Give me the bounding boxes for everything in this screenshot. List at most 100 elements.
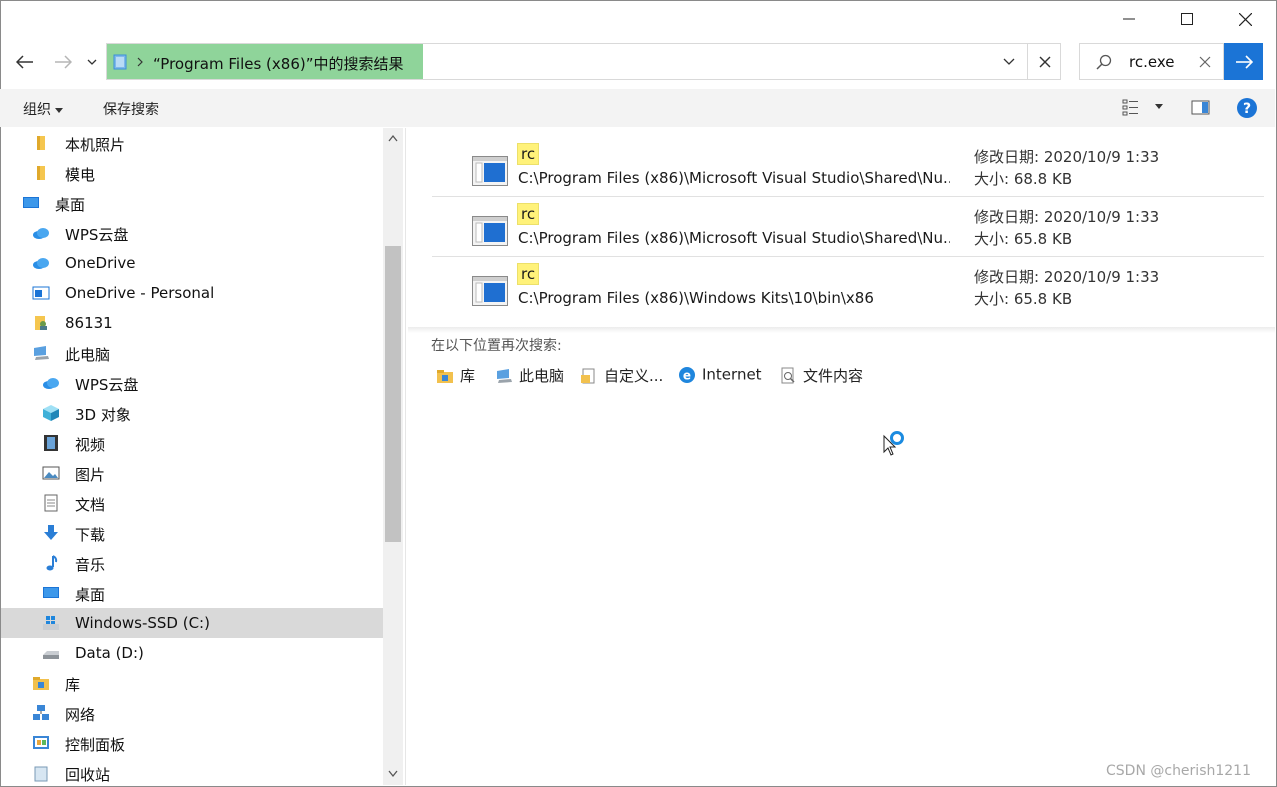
forward-button[interactable]	[50, 48, 76, 76]
nav-item-label: 文档	[75, 496, 106, 514]
close-icon	[1039, 56, 1051, 67]
minimize-icon	[1123, 18, 1135, 20]
nav-item[interactable]: OneDrive - Personal	[1, 278, 383, 308]
nav-item-label: 模电	[65, 166, 96, 184]
search-again-library[interactable]: 库	[436, 365, 475, 385]
clear-search-icon[interactable]	[1199, 56, 1211, 68]
nav-item[interactable]: 网络	[1, 698, 383, 728]
chevron-down-icon	[87, 59, 97, 65]
preview-pane-button[interactable]	[1191, 99, 1211, 121]
music-icon	[46, 555, 58, 571]
cloud-icon	[43, 378, 59, 389]
nav-item[interactable]: 图片	[1, 458, 383, 488]
nav-item[interactable]: Data (D:)	[1, 638, 383, 668]
nav-item[interactable]: 桌面	[1, 578, 383, 608]
search-go-button[interactable]	[1224, 43, 1263, 80]
nav-item-label: Windows-SSD (C:)	[75, 614, 210, 632]
nav-item-label: 控制面板	[65, 736, 126, 754]
result-name: rc	[517, 203, 540, 225]
search-again-internet[interactable]: e Internet	[678, 365, 762, 385]
nav-item[interactable]: 下载	[1, 518, 383, 548]
search-again-this-pc[interactable]: 此电脑	[495, 365, 564, 385]
search-input[interactable]: rc.exe	[1129, 53, 1174, 71]
maximize-button[interactable]	[1158, 0, 1216, 38]
control-panel-icon	[33, 736, 49, 749]
result-item[interactable]: rc C:\Program Files (x86)\Microsoft Visua…	[432, 198, 1264, 258]
forward-arrow-icon	[55, 55, 72, 69]
nav-item-label: 桌面	[55, 196, 86, 214]
nav-item[interactable]: 86131	[1, 308, 383, 338]
minimize-button[interactable]	[1100, 0, 1158, 38]
nav-item[interactable]: 文档	[1, 488, 383, 518]
nav-scrollbar[interactable]	[383, 128, 403, 785]
nav-item[interactable]: Windows-SSD (C:)	[1, 608, 383, 638]
desktop-icon	[43, 587, 59, 598]
desktop-icon	[23, 197, 39, 208]
back-button[interactable]	[12, 48, 38, 76]
nav-item[interactable]: WPS云盘	[1, 368, 383, 398]
scroll-down-icon[interactable]	[388, 770, 398, 778]
caret-down-icon[interactable]	[1155, 104, 1163, 110]
close-button[interactable]	[1216, 0, 1274, 38]
window-icon	[32, 286, 50, 300]
search-box[interactable]: rc.exe	[1079, 43, 1224, 80]
executable-icon	[472, 276, 508, 306]
nav-item[interactable]: OneDrive	[1, 248, 383, 278]
nav-item-label: 视频	[75, 436, 106, 454]
nav-item-label: 下载	[75, 526, 106, 544]
clear-address-button[interactable]	[1027, 44, 1062, 79]
watermark-text: CSDN @cherish1211	[1106, 763, 1251, 779]
user-folder-icon	[35, 316, 47, 330]
result-item[interactable]: rc C:\Program Files (x86)\Windows Kits\10…	[432, 258, 1264, 318]
video-icon	[44, 435, 58, 451]
nav-item-label: 桌面	[75, 586, 106, 604]
folder-icon	[37, 136, 45, 150]
svg-text:e: e	[683, 368, 691, 382]
organize-menu[interactable]: 组织	[23, 99, 64, 119]
internet-icon: e	[679, 366, 695, 383]
recycle-bin-icon	[34, 766, 48, 782]
nav-item[interactable]: 本机照片	[1, 128, 383, 158]
nav-item[interactable]: 库	[1, 668, 383, 698]
folder-icon	[37, 166, 45, 180]
library-icon	[437, 369, 453, 383]
result-modified-date: 修改日期: 2020/10/9 1:33	[974, 148, 1160, 166]
busy-cursor-icon	[883, 431, 904, 456]
save-search-button[interactable]: 保存搜索	[103, 99, 159, 119]
address-dropdown-button[interactable]	[992, 44, 1026, 79]
nav-item-label: 3D 对象	[75, 406, 131, 424]
nav-item-label: 音乐	[75, 556, 106, 574]
search-again-custom[interactable]: 自定义...	[580, 365, 663, 385]
nav-item-label: 图片	[75, 466, 106, 484]
address-bar[interactable]: “Program Files (x86)”中的搜索结果	[106, 43, 1061, 80]
help-button[interactable]: ?	[1236, 97, 1258, 123]
nav-item[interactable]: 此电脑	[1, 338, 383, 368]
nav-item[interactable]: 回收站	[1, 758, 383, 785]
download-icon	[44, 525, 58, 540]
address-text: “Program Files (x86)”中的搜索结果	[153, 55, 404, 73]
nav-item[interactable]: 控制面板	[1, 728, 383, 758]
help-icon: ?	[1237, 98, 1257, 118]
result-item[interactable]: rc C:\Program Files (x86)\Microsoft Visua…	[432, 138, 1264, 198]
nav-item-label: OneDrive - Personal	[65, 284, 215, 302]
search-again-file-contents[interactable]: 文件内容	[779, 365, 863, 385]
nav-scrollbar-thumb[interactable]	[385, 246, 401, 542]
nav-item[interactable]: 桌面	[1, 188, 383, 218]
result-separator	[432, 196, 1264, 197]
arrow-right-icon	[1235, 54, 1253, 69]
scroll-up-icon[interactable]	[388, 134, 398, 142]
result-name: rc	[517, 143, 540, 165]
network-icon	[33, 705, 49, 720]
nav-item[interactable]: 模电	[1, 158, 383, 188]
caret-down-icon	[55, 108, 64, 113]
recent-locations-button[interactable]	[82, 48, 102, 76]
nav-item[interactable]: 视频	[1, 428, 383, 458]
nav-item[interactable]: 3D 对象	[1, 398, 383, 428]
close-icon	[1238, 12, 1252, 26]
view-options-button[interactable]	[1122, 98, 1140, 118]
pane-divider[interactable]	[405, 128, 406, 785]
nav-item[interactable]: WPS云盘	[1, 218, 383, 248]
svg-text:?: ?	[1243, 101, 1251, 117]
nav-item-label: 库	[65, 676, 81, 694]
nav-item[interactable]: 音乐	[1, 548, 383, 578]
